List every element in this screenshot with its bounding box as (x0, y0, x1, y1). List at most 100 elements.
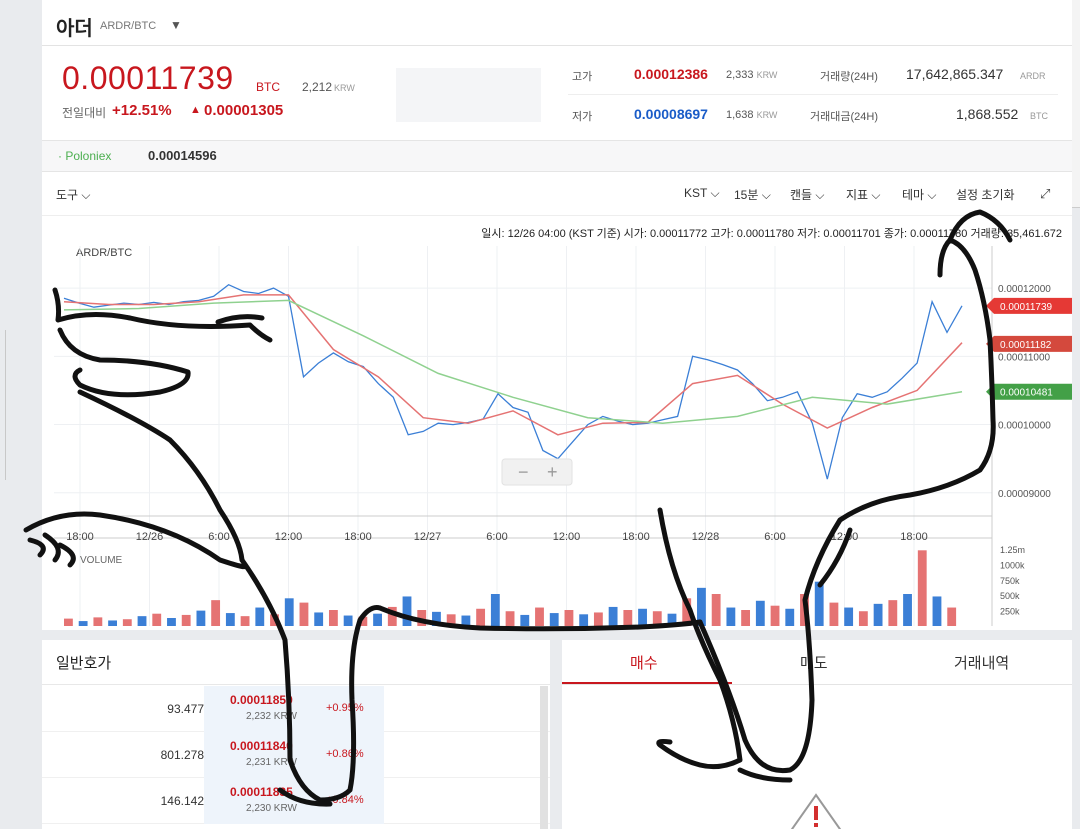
volume-bar (623, 610, 633, 626)
warning-triangle-icon (790, 793, 842, 829)
volume-bar (800, 594, 809, 626)
volume-bar (476, 608, 486, 626)
volume-bar (858, 611, 868, 626)
volume-bar (829, 602, 839, 626)
volume-bar (64, 618, 73, 626)
theme-select[interactable]: 테마 ⌵ (902, 186, 937, 203)
order-price: 0.00011835 (230, 785, 293, 799)
chevron-down-icon[interactable]: ▼ (170, 18, 182, 32)
orderbook-row[interactable]: 146.142 0.00011835 2,230 KRW +0.84% (42, 778, 550, 824)
order-krw: 2,231 KRW (246, 757, 297, 768)
x-tick-label: 6:00 (764, 531, 785, 543)
tools-menu[interactable]: 도구 ⌵ (56, 186, 91, 203)
price-krw: 2,212 KRW (302, 80, 355, 94)
price-series-line (63, 294, 963, 436)
order-change: +0.84% (326, 794, 364, 806)
volume-bar (167, 618, 176, 626)
poloniex-reference: · Poloniex 0.00014596 (42, 140, 1072, 172)
coin-pair[interactable]: ARDR/BTC (100, 20, 156, 32)
zoom-in-button[interactable]: + (547, 462, 558, 482)
price-summary: 0.00011739 BTC 2,212 KRW 전일대비 +12.51% ▲ 0… (42, 46, 1072, 140)
tab-sell[interactable]: 매도 (800, 652, 828, 673)
price-series-line (63, 283, 963, 480)
zoom-controls: − + (501, 458, 573, 486)
trade-panel: 매수 매도 거래내역 (562, 640, 1072, 829)
poloniex-price: 0.00014596 (148, 148, 217, 163)
low-label: 저가 (572, 111, 593, 123)
volume-bar (328, 610, 338, 626)
x-tick-label: 12/28 (692, 531, 720, 543)
y-tick-label: 0.00009000 (998, 489, 1051, 500)
orderbook-scrollbar[interactable] (540, 686, 548, 829)
high-krw: 2,333 KRW (726, 69, 778, 81)
volume-bar (549, 613, 559, 626)
change-percent: +12.51% (112, 102, 172, 119)
order-krw: 2,232 KRW (246, 711, 297, 722)
interval-select[interactable]: 15분 ⌵ (734, 186, 771, 203)
low-krw: 1,638 KRW (726, 109, 778, 121)
volume-label: VOLUME (80, 555, 123, 566)
exchange-page: 아더 ARDR/BTC ▼ 0.00011739 BTC 2,212 KRW 전일… (42, 0, 1072, 829)
volume-bar (137, 616, 147, 626)
volume-bar (785, 608, 795, 626)
poloniex-label: · Poloniex (58, 149, 112, 163)
timezone-select[interactable]: KST ⌵ (684, 186, 720, 201)
volume-bar (932, 596, 942, 626)
price-tag-label: 0.00010481 (1000, 388, 1053, 399)
volume-24h-value: 17,642,865.347 (906, 66, 1004, 82)
volume-24h-unit: ARDR (1020, 71, 1046, 81)
stats-divider (568, 94, 1058, 95)
x-tick-label: 12:00 (831, 531, 859, 543)
reset-settings-button[interactable]: 설정 초기화 (956, 186, 1015, 203)
x-tick-label: 18:00 (344, 531, 372, 543)
candle-select[interactable]: 캔들 ⌵ (790, 186, 825, 203)
x-tick-label: 6:00 (208, 531, 229, 543)
volume-bar (770, 605, 780, 626)
volume-bar (343, 615, 353, 626)
volume-bar (888, 600, 898, 626)
volume-tick-label: 1.25m (1000, 545, 1025, 555)
volume-bar (638, 608, 647, 626)
volume-bar (446, 614, 456, 626)
volume-bar (873, 603, 883, 626)
volume-bar (240, 616, 250, 626)
volume-bar (417, 610, 427, 626)
x-tick-label: 18:00 (66, 531, 94, 543)
y-tick-label: 0.00012000 (998, 284, 1051, 295)
volume-bar (314, 612, 324, 626)
orderbook-title: 일반호가 (56, 655, 112, 672)
volume-bar (196, 610, 206, 626)
change-amount: 0.00001305 (204, 102, 284, 119)
volume-bar (373, 613, 382, 626)
volume-tick-label: 750k (1000, 576, 1020, 586)
volume-bar (93, 617, 103, 626)
volume-24h-label: 거래량(24H) (820, 71, 878, 83)
high-value: 0.00012386 (634, 66, 708, 82)
x-tick-label: 12:00 (553, 531, 581, 543)
order-change: +0.95% (326, 702, 364, 714)
volume-bar (844, 607, 854, 626)
price-chart[interactable]: 일시: 12/26 04:00 (KST 기준) 시가: 0.00011772 … (42, 216, 1072, 630)
volume-bar (535, 607, 544, 626)
ohlc-info: 일시: 12/26 04:00 (KST 기준) 시가: 0.00011772 … (481, 226, 1062, 240)
y-tick-label: 0.00011000 (998, 352, 1051, 363)
orderbook-panel: 일반호가 93.477 0.00011850 2,232 KRW +0.95% … (42, 640, 550, 829)
volume-bar (432, 611, 441, 626)
volume-bar (564, 610, 574, 626)
x-tick-label: 18:00 (900, 531, 928, 543)
chart-canvas[interactable]: 일시: 12/26 04:00 (KST 기준) 시가: 0.00011772 … (42, 216, 1072, 630)
tab-buy[interactable]: 매수 (630, 652, 658, 673)
price-tag-label: 0.00011739 (1000, 302, 1053, 313)
volume-bar (255, 607, 265, 626)
expand-icon[interactable]: ⤢ (1040, 186, 1050, 202)
orderbook-divider (42, 684, 550, 685)
volume-tick-label: 250k (1000, 607, 1020, 617)
indicator-select[interactable]: 지표 ⌵ (846, 186, 881, 203)
orderbook-row[interactable]: 801.278 0.00011840 2,231 KRW +0.86% (42, 732, 550, 778)
zoom-out-button[interactable]: − (518, 462, 529, 482)
tab-history[interactable]: 거래내역 (954, 652, 1009, 673)
order-volume: 93.477 (167, 702, 204, 716)
volume-bar (652, 611, 662, 626)
x-tick-label: 12/26 (136, 531, 164, 543)
orderbook-row[interactable]: 93.477 0.00011850 2,232 KRW +0.95% (42, 686, 550, 732)
